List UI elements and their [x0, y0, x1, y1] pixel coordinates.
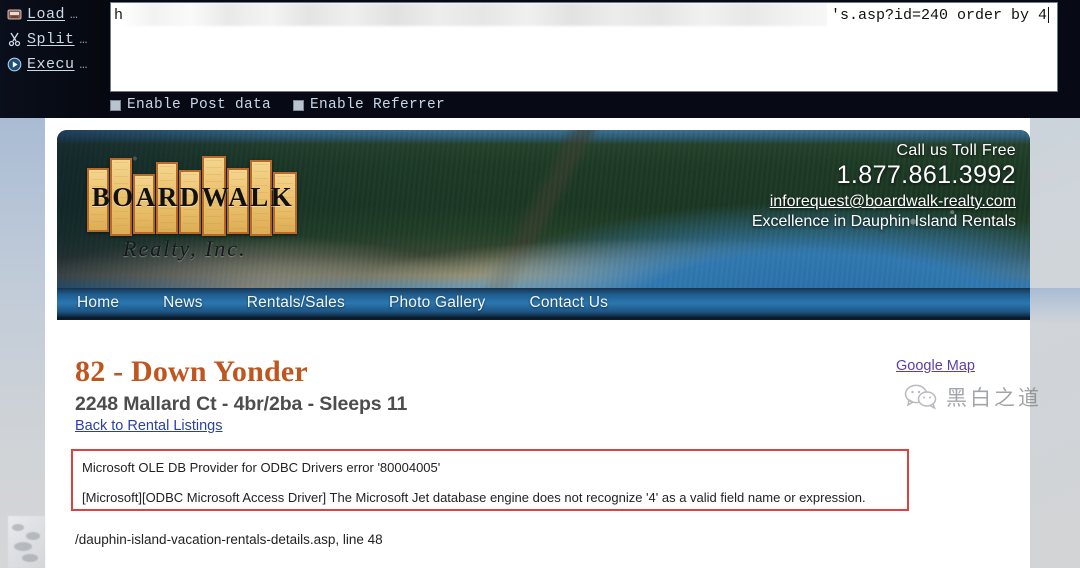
boardwalk-logo[interactable]: BOARDWALK Realty, Inc. — [65, 136, 315, 286]
checkbox-box[interactable] — [110, 99, 121, 111]
toll-free-label: Call us Toll Free — [896, 142, 1016, 159]
url-visible-head: h — [114, 6, 124, 24]
main-navigation: Home News Rentals/Sales Photo Gallery Co… — [57, 288, 1030, 320]
logo-wordmark: BOARDWALK — [91, 182, 295, 212]
nav-item-rentals-sales[interactable]: Rentals/Sales — [247, 294, 345, 312]
database-error-box: Microsoft OLE DB Provider for ODBC Drive… — [71, 449, 909, 511]
logo-subtitle: Realty, Inc. — [123, 236, 247, 261]
nav-item-news[interactable]: News — [163, 294, 203, 312]
enable-post-data-checkbox[interactable]: Enable Post data — [110, 97, 271, 113]
tool-options-row: Enable Post data Enable Referrer — [110, 94, 445, 116]
scissors-icon — [7, 32, 22, 47]
nav-item-contact-us[interactable]: Contact Us — [529, 294, 608, 312]
tool-button-column: Load … Split … Execu … — [0, 0, 110, 118]
wechat-icon — [904, 384, 938, 410]
listing-title: 82 - Down Yonder — [75, 355, 308, 388]
site-banner: BOARDWALK Realty, Inc. Call us Toll Free… — [57, 130, 1030, 288]
execute-button-label: Execu — [27, 56, 75, 73]
nav-right-gap — [1030, 288, 1080, 323]
load-button[interactable]: Load … — [0, 2, 110, 27]
left-thumbnail-image — [8, 516, 45, 568]
url-redacted-region — [125, 3, 857, 26]
disk-icon — [7, 7, 22, 22]
contact-block: Call us Toll Free 1.877.861.3992 inforeq… — [752, 142, 1016, 231]
text-caret — [1048, 7, 1049, 23]
split-button-label: Split — [27, 31, 75, 48]
url-textarea[interactable]: h 's.asp?id=240 order by 4 — [110, 2, 1058, 92]
load-button-dots: … — [70, 7, 78, 22]
execute-button[interactable]: Execu … — [0, 52, 110, 77]
execute-button-dots: … — [79, 57, 88, 72]
url-tail-text: 's.asp?id=240 order by 4 — [830, 6, 1047, 24]
sql-injection-tool-panel: Load … Split … Execu … h 's.asp?id=240 o… — [0, 0, 1080, 118]
phone-number: 1.877.861.3992 — [836, 161, 1016, 189]
left-desktop-strip — [0, 118, 45, 568]
enable-post-data-label: Enable Post data — [127, 97, 272, 113]
nav-item-photo-gallery[interactable]: Photo Gallery — [389, 294, 486, 312]
page-content: Google Map 82 - Down Yonder 2248 Mallard… — [45, 325, 1030, 568]
screenshot-root: Load … Split … Execu … h 's.asp?id=240 o… — [0, 0, 1080, 568]
url-visible-tail: 's.asp?id=240 order by 4 — [826, 3, 1049, 27]
watermark: 黑白之道 — [904, 382, 1042, 412]
listing-subtitle: 2248 Mallard Ct - 4br/2ba - Sleeps 11 — [75, 393, 408, 415]
play-icon — [7, 57, 22, 72]
watermark-text: 黑白之道 — [946, 386, 1042, 410]
split-button[interactable]: Split … — [0, 27, 110, 52]
checkbox-box[interactable] — [293, 99, 305, 111]
enable-referrer-label: Enable Referrer — [310, 97, 446, 113]
load-button-label: Load — [27, 6, 66, 23]
error-line-2: [Microsoft][ODBC Microsoft Access Driver… — [82, 490, 866, 505]
nav-item-home[interactable]: Home — [77, 294, 119, 312]
enable-referrer-checkbox[interactable]: Enable Referrer — [293, 97, 445, 113]
email-link[interactable]: inforequest@boardwalk-realty.com — [752, 193, 1016, 211]
error-line-1: Microsoft OLE DB Provider for ODBC Drive… — [82, 460, 441, 475]
back-to-rental-listings-link[interactable]: Back to Rental Listings — [75, 418, 223, 434]
url-line[interactable]: h 's.asp?id=240 order by 4 — [111, 3, 1057, 27]
tagline: Excellence in Dauphin Island Rentals — [751, 213, 1016, 230]
google-map-link[interactable]: Google Map — [896, 358, 975, 374]
split-button-dots: … — [79, 32, 88, 47]
error-file-path: /dauphin-island-vacation-rentals-details… — [75, 532, 383, 547]
